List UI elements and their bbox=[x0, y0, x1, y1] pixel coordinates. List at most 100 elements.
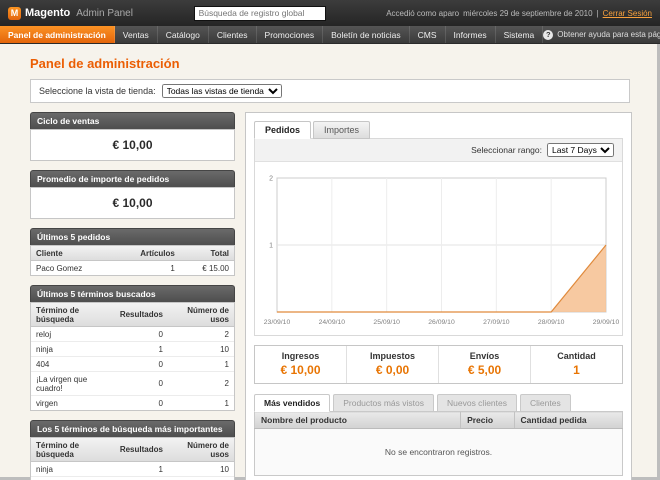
stat-value: € 5,00 bbox=[439, 363, 530, 377]
global-search-wrap bbox=[141, 6, 378, 21]
top-search-table: Término de búsqueda Resultados Número de… bbox=[31, 438, 234, 480]
store-view-bar: Seleccione la vista de tienda: Todas las… bbox=[30, 79, 630, 103]
logout-link[interactable]: Cerrar Sesión bbox=[603, 9, 652, 18]
grid-tabs: Más vendidos Productos más vistos Nuevos… bbox=[254, 394, 623, 412]
lifetime-sales-box: Ciclo de ventas € 10,00 bbox=[30, 112, 235, 161]
tab-clientes[interactable]: Clientes bbox=[520, 394, 571, 412]
stat-envios: Envíos € 5,00 bbox=[438, 346, 530, 383]
logo-text: Magento bbox=[25, 7, 70, 19]
main-nav: Panel de administración Ventas Catálogo … bbox=[0, 26, 660, 44]
lifetime-sales-value: € 10,00 bbox=[30, 129, 235, 161]
help-icon: ? bbox=[543, 30, 553, 40]
nav-item-sales[interactable]: Ventas bbox=[115, 26, 158, 43]
magento-admin-window: M Magento Admin Panel Accedió como aparo… bbox=[0, 0, 660, 480]
dashboard-main-panel: Pedidos Importes Seleccionar rango: Last… bbox=[245, 112, 632, 480]
average-orders-title: Promedio de importe de pedidos bbox=[30, 170, 235, 187]
stat-value: 1 bbox=[531, 363, 622, 377]
range-select[interactable]: Last 7 Days bbox=[547, 143, 614, 157]
tab-mas-vendidos[interactable]: Más vendidos bbox=[254, 394, 330, 412]
stat-value: € 10,00 bbox=[255, 363, 346, 377]
stat-impuestos: Impuestos € 0,00 bbox=[346, 346, 438, 383]
table-row[interactable]: ¡La virgen que cuadro! 0 2 bbox=[31, 372, 234, 396]
column-header: Resultados bbox=[115, 303, 168, 327]
svg-text:25/09/10: 25/09/10 bbox=[373, 319, 400, 326]
current-date: miércoles 29 de septiembre de 2010 bbox=[463, 9, 592, 18]
empty-message: No se encontraron registros. bbox=[255, 429, 623, 476]
table-row[interactable]: virgen 0 1 bbox=[31, 396, 234, 411]
table-row[interactable]: ninja 1 10 bbox=[31, 462, 234, 477]
orders-chart: 1223/09/1024/09/1025/09/1026/09/1027/09/… bbox=[255, 162, 622, 335]
orders-chart-svg: 1223/09/1024/09/1025/09/1026/09/1027/09/… bbox=[255, 170, 622, 328]
top-header: M Magento Admin Panel Accedió como aparo… bbox=[0, 0, 660, 26]
last-search-title: Últimos 5 términos buscados bbox=[30, 285, 235, 302]
nav-item-customers[interactable]: Clientes bbox=[209, 26, 257, 43]
table-row[interactable]: Paco Gomez 1 € 15.00 bbox=[31, 261, 234, 276]
tab-nuevos-clientes[interactable]: Nuevos clientes bbox=[437, 394, 517, 412]
nav-item-dashboard[interactable]: Panel de administración bbox=[0, 26, 115, 43]
stat-label: Impuestos bbox=[347, 351, 438, 361]
column-header: Término de búsqueda bbox=[31, 303, 115, 327]
column-header: Resultados bbox=[115, 438, 168, 462]
last-orders-title: Últimos 5 pedidos bbox=[30, 228, 235, 245]
range-label: Seleccionar rango: bbox=[471, 145, 542, 155]
last-orders-box: Últimos 5 pedidos Cliente Artículos Tota… bbox=[30, 228, 235, 276]
lifetime-sales-title: Ciclo de ventas bbox=[30, 112, 235, 129]
chart-container: Seleccionar rango: Last 7 Days 1223/09/1… bbox=[254, 138, 623, 336]
tab-productos-mas-vistos[interactable]: Productos más vistos bbox=[333, 394, 434, 412]
column-header: Precio bbox=[461, 412, 514, 429]
table-row[interactable]: reloj 0 2 bbox=[31, 477, 234, 480]
nav-item-catalog[interactable]: Catálogo bbox=[158, 26, 209, 43]
column-header: Total bbox=[180, 246, 234, 261]
dashboard-sidebar: Ciclo de ventas € 10,00 Promedio de impo… bbox=[30, 112, 235, 480]
nav-item-newsletter[interactable]: Boletín de noticias bbox=[323, 26, 409, 43]
top-search-box: Los 5 términos de búsqueda más important… bbox=[30, 420, 235, 480]
column-header: Artículos bbox=[114, 246, 180, 261]
nav-item-cms[interactable]: CMS bbox=[410, 26, 446, 43]
svg-text:26/09/10: 26/09/10 bbox=[428, 319, 455, 326]
stat-label: Cantidad bbox=[531, 351, 622, 361]
last-search-box: Últimos 5 términos buscados Término de b… bbox=[30, 285, 235, 411]
help-link[interactable]: ? Obtener ayuda para esta página bbox=[543, 26, 660, 43]
logo-subtitle: Admin Panel bbox=[76, 8, 133, 19]
diagram-tabs: Pedidos Importes bbox=[254, 121, 623, 139]
separator: | bbox=[597, 9, 599, 18]
svg-text:27/09/10: 27/09/10 bbox=[483, 319, 510, 326]
magento-logo[interactable]: M Magento Admin Panel bbox=[8, 7, 133, 20]
table-row[interactable]: 404 0 1 bbox=[31, 357, 234, 372]
table-row[interactable]: ninja 1 10 bbox=[31, 342, 234, 357]
stat-label: Envíos bbox=[439, 351, 530, 361]
tab-importes[interactable]: Importes bbox=[313, 121, 370, 139]
svg-text:28/09/10: 28/09/10 bbox=[538, 319, 565, 326]
average-orders-box: Promedio de importe de pedidos € 10,00 bbox=[30, 170, 235, 219]
svg-text:29/09/10: 29/09/10 bbox=[593, 319, 620, 326]
column-header: Número de usos bbox=[168, 303, 234, 327]
stat-cantidad: Cantidad 1 bbox=[530, 346, 622, 383]
logged-in-as: Accedió como aparo bbox=[386, 9, 459, 18]
totals-bar: Ingresos € 10,00 Impuestos € 0,00 Envíos… bbox=[254, 345, 623, 384]
table-row[interactable]: reloj 0 2 bbox=[31, 327, 234, 342]
last-search-table: Término de búsqueda Resultados Número de… bbox=[31, 303, 234, 410]
column-header: Número de usos bbox=[168, 438, 234, 462]
nav-item-system[interactable]: Sistema bbox=[496, 26, 544, 43]
page-content: Panel de administración Seleccione la vi… bbox=[0, 44, 660, 480]
column-header: Término de búsqueda bbox=[31, 438, 115, 462]
stat-label: Ingresos bbox=[255, 351, 346, 361]
store-view-select[interactable]: Todas las vistas de tienda bbox=[162, 84, 282, 98]
store-view-label: Seleccione la vista de tienda: bbox=[39, 86, 156, 96]
average-orders-value: € 10,00 bbox=[30, 187, 235, 219]
empty-row: No se encontraron registros. bbox=[255, 429, 623, 476]
last-orders-table: Cliente Artículos Total Paco Gomez 1 € 1… bbox=[31, 246, 234, 275]
stat-value: € 0,00 bbox=[347, 363, 438, 377]
column-header: Cantidad pedida bbox=[514, 412, 622, 429]
page-title: Panel de administración bbox=[30, 56, 630, 71]
products-grid: Nombre del producto Precio Cantidad pedi… bbox=[254, 411, 623, 476]
tab-pedidos[interactable]: Pedidos bbox=[254, 121, 311, 139]
top-search-title: Los 5 términos de búsqueda más important… bbox=[30, 420, 235, 437]
column-header: Cliente bbox=[31, 246, 114, 261]
global-search-input[interactable] bbox=[194, 6, 326, 21]
nav-item-promotions[interactable]: Promociones bbox=[257, 26, 324, 43]
help-label: Obtener ayuda para esta página bbox=[557, 30, 660, 39]
svg-text:2: 2 bbox=[269, 176, 273, 183]
svg-text:24/09/10: 24/09/10 bbox=[319, 319, 346, 326]
nav-item-reports[interactable]: Informes bbox=[446, 26, 496, 43]
